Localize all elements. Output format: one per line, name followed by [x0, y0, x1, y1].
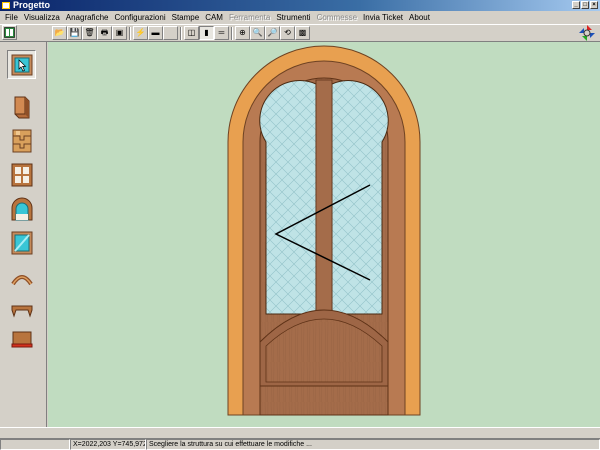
toolbar-separator [180, 27, 182, 40]
frame-open-icon: ◫ [187, 28, 196, 37]
open-view-button[interactable]: ◫ [184, 26, 199, 40]
arch-profile-tool-button[interactable] [7, 262, 36, 291]
glass-pane-left[interactable] [259, 80, 317, 315]
profile-view-button[interactable]: ═ [214, 26, 229, 40]
toolbar-separator [129, 27, 131, 40]
panel-layout-icon [4, 27, 15, 38]
zoom-reset-icon: ⟲ [284, 28, 291, 37]
bent-profile-icon [11, 305, 32, 318]
status-empty-cell [0, 439, 70, 450]
arch-sash-icon [11, 197, 32, 220]
joint-tool-button[interactable] [7, 126, 36, 155]
window-title: Progetto [13, 0, 50, 10]
open-folder-button[interactable]: 📂 [52, 26, 67, 40]
window-controls: _ □ × [572, 1, 598, 9]
lightning-icon: ⚡ [135, 28, 146, 37]
profile-icon: ═ [218, 28, 225, 37]
zoom-fit-icon: ▩ [298, 28, 307, 37]
close-button[interactable]: × [590, 1, 598, 9]
zoom-in-button[interactable]: 🔍 [250, 26, 265, 40]
main-toolbar: 📂 💾 🗑 🖶 ▣ ⚡ ▬ ◫ ▮ ═ ⊕ 🔍 🔎 ⟲ ▩ [0, 24, 600, 42]
minimize-button[interactable]: _ [572, 1, 580, 9]
menu-cam[interactable]: CAM [202, 13, 226, 22]
threshold-icon [11, 331, 32, 347]
trash-icon: 🗑 [84, 28, 95, 37]
printer-icon: 🖶 [100, 28, 109, 37]
floppy-icon: 💾 [69, 28, 80, 37]
menu-bar: File Visualizza Anagrafiche Configurazioni S… [0, 11, 600, 24]
menu-visualizza[interactable]: Visualizza [21, 13, 63, 22]
glass-tool-button[interactable] [7, 228, 36, 257]
pointer-cursor-icon [11, 54, 32, 75]
threshold-tool-button[interactable] [7, 324, 36, 353]
zoom-out-button[interactable]: 🔎 [265, 26, 280, 40]
folder-icon: 📂 [54, 28, 65, 37]
maximize-button[interactable]: □ [581, 1, 589, 9]
menu-ferramenta: Ferramenta [228, 13, 271, 22]
saw-icon: ▬ [151, 28, 160, 37]
coordinates-readout: X=2022,203 Y=745,972 [70, 439, 146, 450]
zoom-in-icon: 🔍 [252, 28, 263, 37]
glass-pane-right[interactable] [331, 80, 389, 315]
frame-tool-button[interactable] [7, 92, 36, 121]
zoom-out-icon: 🔎 [267, 28, 278, 37]
door-icon: ▮ [204, 28, 209, 37]
status-bar: X=2022,203 Y=745,972 Scegliere la strutt… [0, 438, 600, 450]
menu-anagrafiche[interactable]: Anagrafiche [63, 13, 112, 22]
menu-commesse: Commesse [316, 13, 358, 22]
preview-button[interactable]: ▣ [112, 26, 127, 40]
monitor-icon: ▣ [115, 28, 124, 37]
mullion-icon [11, 163, 32, 186]
bent-profile-tool-button[interactable] [7, 294, 36, 323]
mullion-tool-button[interactable] [7, 160, 36, 189]
horizontal-scroll-area[interactable] [0, 427, 600, 438]
menu-configurazioni[interactable]: Configurazioni [111, 13, 168, 22]
save-button[interactable]: 💾 [67, 26, 82, 40]
glass-pane-icon [11, 231, 32, 254]
brand-logo-icon [579, 25, 595, 41]
zoom-reset-button[interactable]: ⟲ [280, 26, 295, 40]
door-view-button[interactable]: ▮ [199, 26, 214, 40]
tool-sidebar [0, 42, 47, 427]
arch-sash-tool-button[interactable] [7, 194, 36, 223]
zoom-fit-button[interactable]: ▩ [295, 26, 310, 40]
cut-list-button[interactable]: ▬ [148, 26, 163, 40]
blank-button[interactable] [163, 26, 178, 40]
select-tool-button[interactable] [7, 50, 36, 79]
menu-file[interactable]: File [2, 13, 21, 22]
app-icon [2, 2, 10, 9]
menu-about[interactable]: About [406, 13, 433, 22]
arch-profile-icon [10, 274, 33, 285]
central-mullion[interactable] [315, 79, 333, 317]
menu-strumenti[interactable]: Strumenti [273, 13, 313, 22]
layout-toggle-button[interactable] [2, 25, 17, 40]
menu-stampe[interactable]: Stampe [169, 13, 203, 22]
toolbar-separator [231, 27, 233, 40]
status-message: Scegliere la struttura su cui effettuare… [146, 439, 600, 450]
joint-icon [12, 129, 31, 152]
door-drawing [227, 45, 421, 416]
delete-button[interactable]: 🗑 [82, 26, 97, 40]
frame-profile-icon [14, 96, 29, 118]
menu-invia-ticket[interactable]: Invia Ticket [360, 13, 406, 22]
calculate-button[interactable]: ⚡ [133, 26, 148, 40]
print-button[interactable]: 🖶 [97, 26, 112, 40]
zoom-window-button[interactable]: ⊕ [235, 26, 250, 40]
title-bar: Progetto _ □ × [0, 0, 600, 11]
drawing-canvas[interactable] [48, 42, 600, 427]
zoom-window-icon: ⊕ [239, 28, 246, 37]
